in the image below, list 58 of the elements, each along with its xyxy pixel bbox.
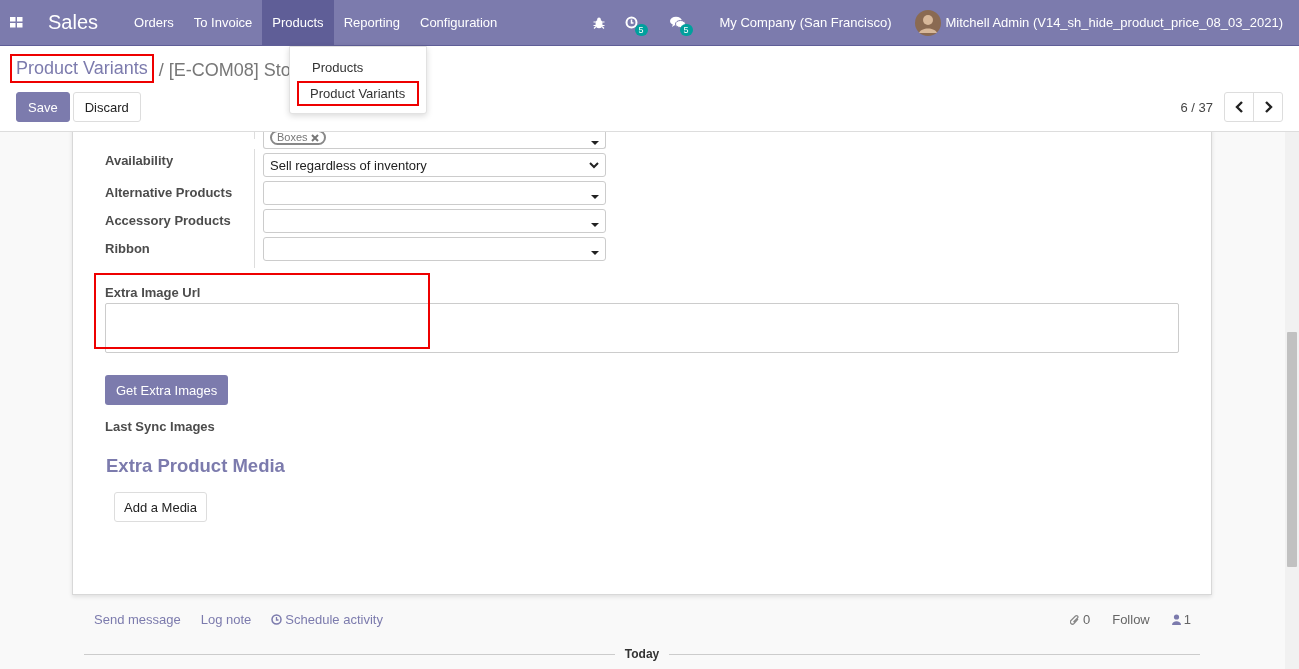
field-label: Availability — [105, 153, 174, 168]
caret-icon — [591, 251, 599, 255]
remove-icon[interactable] — [310, 133, 319, 142]
field-label: Alternative Products — [105, 185, 233, 200]
chevron-right-icon — [1263, 101, 1273, 113]
send-message-link[interactable]: Send message — [94, 612, 181, 627]
menu-tab[interactable]: Configuration — [410, 0, 508, 45]
add-media-button[interactable]: Add a Media — [114, 492, 207, 522]
menu-tab[interactable]: Reporting — [333, 0, 410, 45]
save-button[interactable]: Save — [16, 92, 70, 122]
discard-button[interactable]: Discard — [72, 92, 141, 122]
paperclip-icon — [1069, 613, 1080, 626]
menu-item[interactable]: Products — [292, 55, 424, 80]
get-images-button[interactable]: Get Extra Images — [105, 375, 229, 405]
input-field[interactable] — [263, 237, 606, 261]
caret-icon — [591, 141, 599, 145]
breadcrumb-link[interactable]: Product Variants — [10, 54, 154, 83]
bug-icon[interactable] — [592, 16, 605, 29]
schedule-activity-link[interactable]: Schedule activity — [271, 612, 383, 627]
input-field[interactable] — [105, 303, 1179, 353]
input-field[interactable]: Boxes — [263, 132, 606, 149]
log-note-link[interactable]: Log note — [200, 612, 252, 627]
input-field[interactable] — [263, 181, 606, 205]
category-tag: Boxes — [270, 132, 326, 145]
attachment-count[interactable]: 0 — [1069, 612, 1091, 627]
menu-item[interactable]: Product Variants — [298, 82, 418, 105]
menu-tab[interactable]: Products — [262, 0, 334, 45]
clock-icon[interactable] — [624, 16, 638, 29]
field-label: Accessory Products — [105, 213, 231, 228]
record-title: [E-COM08] Sto — [168, 60, 291, 81]
caret-icon — [591, 195, 599, 199]
apps-menu-icon[interactable] — [9, 17, 23, 28]
field-label: Ribbon — [105, 241, 150, 256]
message-count: 5 — [679, 24, 693, 36]
field-label: Last Sync Images — [105, 419, 215, 434]
clock-icon — [271, 614, 283, 625]
breadcrumb-separator: / — [158, 60, 164, 81]
user-menu[interactable]: Mitchell Admin (V14_sh_hide_product_price_08_03_2021) — [945, 15, 1283, 30]
company-switcher[interactable]: My Company (San Francisco) — [707, 15, 904, 30]
activity-count: 5 — [634, 24, 648, 36]
followers-count[interactable]: 1 — [1171, 612, 1191, 627]
follow-button[interactable]: Follow — [1112, 612, 1150, 627]
input-field[interactable] — [263, 209, 606, 233]
select-field[interactable]: Sell regardless of inventory — [263, 153, 606, 177]
section-title: Extra Product Media — [106, 455, 285, 477]
date-separator: Today — [624, 647, 660, 661]
menu-tab[interactable]: To Invoice — [183, 0, 263, 45]
chat-icon[interactable] — [669, 16, 686, 29]
chevron-down-icon — [589, 161, 599, 169]
scrollbar-thumb[interactable] — [1287, 332, 1297, 567]
caret-icon — [591, 223, 599, 227]
app-name[interactable]: Sales — [48, 11, 99, 34]
person-icon — [1171, 614, 1181, 625]
chevron-left-icon — [1234, 101, 1244, 113]
avatar-icon[interactable] — [915, 9, 942, 36]
menu-tab[interactable]: Orders — [124, 0, 184, 45]
field-label: Extra Image Url — [105, 285, 201, 300]
pager-value: 6 / 37 — [1180, 99, 1213, 115]
